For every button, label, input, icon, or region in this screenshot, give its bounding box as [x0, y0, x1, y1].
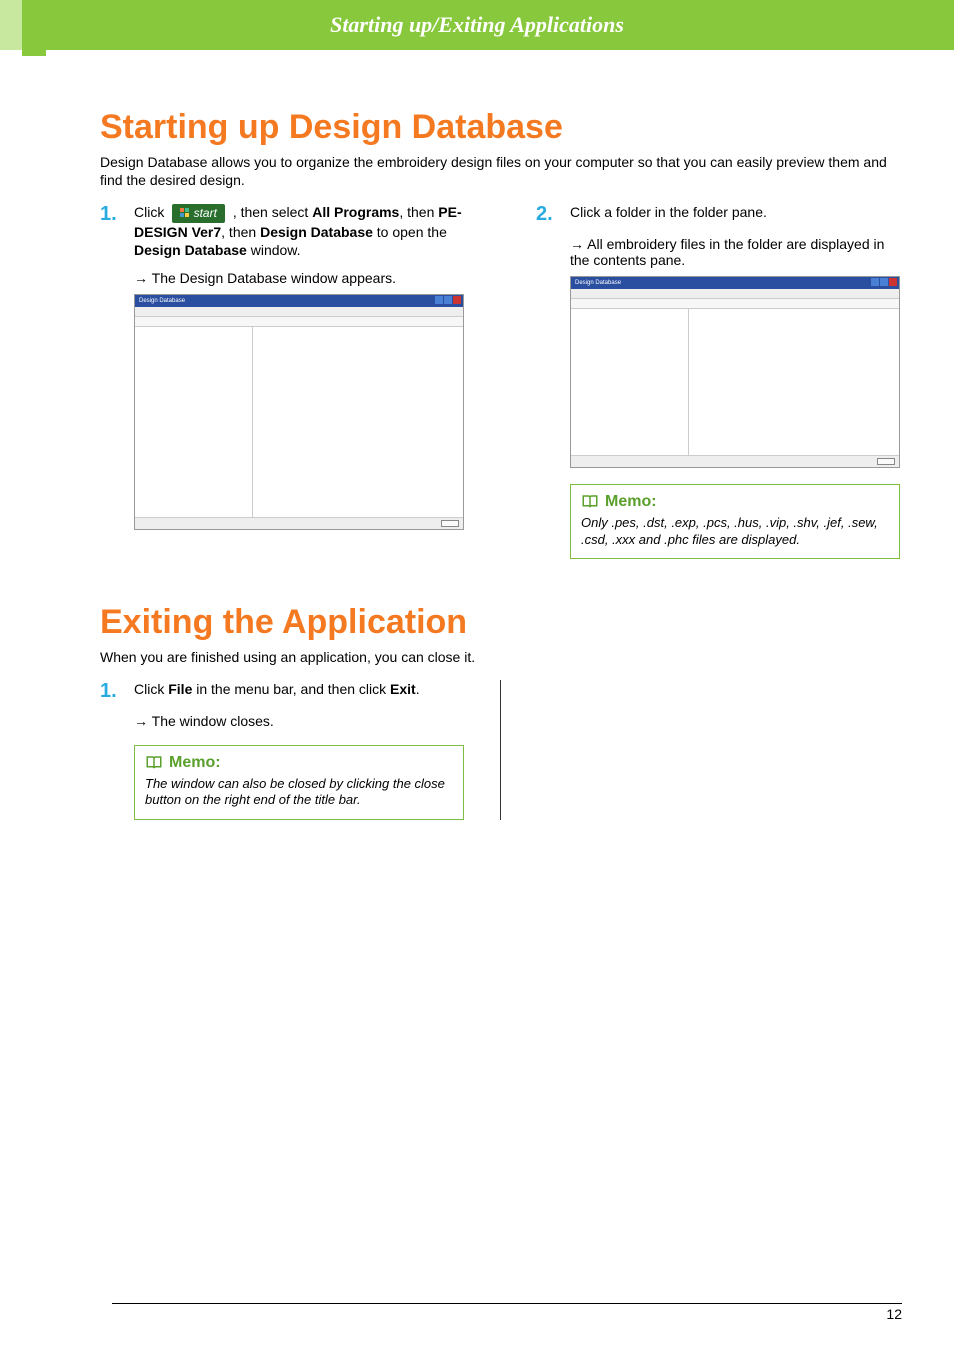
- column-divider: [500, 680, 501, 820]
- section2-columns: 1. Click File in the menu bar, and then …: [100, 680, 899, 820]
- screenshot2-folder-tree: [571, 309, 689, 455]
- statusbar-button-icon: [441, 520, 459, 527]
- book-icon: [145, 754, 163, 772]
- memo-label: Memo:: [605, 493, 657, 511]
- step1-post3: , then: [221, 224, 260, 240]
- chapter-header: Starting up/Exiting Applications: [0, 0, 954, 50]
- step1-b3: Design Database: [260, 224, 373, 240]
- section1-col-right: 2. Click a folder in the folder pane. Al…: [536, 203, 900, 559]
- step1-b1: All Programs: [312, 204, 399, 220]
- screenshot1: Design Database: [134, 294, 464, 530]
- memo-title: Memo:: [581, 493, 889, 511]
- step2-body: Click a folder in the folder pane.: [570, 203, 767, 222]
- s2-step1-pre: Click: [134, 681, 168, 697]
- screenshot2: Design Database: [570, 276, 900, 468]
- screenshot1-toolbar: [135, 317, 463, 327]
- section1-col-left: 1. Click start , then select All Program…: [100, 203, 464, 559]
- section1-columns: 1. Click start , then select All Program…: [100, 203, 899, 559]
- step-number: 2.: [536, 203, 570, 226]
- screenshot1-content: [253, 327, 463, 517]
- memo-label: Memo:: [169, 754, 221, 772]
- screenshot2-statusbar: [571, 455, 899, 467]
- step1-post1: , then select: [233, 204, 312, 220]
- screenshot2-titlebar: Design Database: [571, 277, 899, 289]
- statusbar-button-icon: [877, 458, 895, 465]
- section1-step2: 2. Click a folder in the folder pane.: [536, 203, 900, 226]
- screenshot2-content: [689, 309, 899, 455]
- section2-col-right: [537, 680, 899, 820]
- memo-title: Memo:: [145, 754, 453, 772]
- section2-arrow1: The window closes.: [134, 713, 464, 729]
- s2-step1-b2: Exit: [390, 681, 416, 697]
- screenshot1-body: [135, 327, 463, 517]
- window-controls-icon: [435, 296, 461, 304]
- s2-step1-post: .: [416, 681, 420, 697]
- section1-arrow2: All embroidery files in the folder are d…: [570, 236, 900, 268]
- memo-text: The window can also be closed by clickin…: [145, 776, 453, 809]
- screenshot1-menubar: [135, 307, 463, 317]
- s2-step1-mid: in the menu bar, and then click: [192, 681, 390, 697]
- window-controls-icon: [871, 278, 897, 286]
- screenshot2-menubar: [571, 289, 899, 299]
- step1-b4: Design Database: [134, 242, 247, 258]
- start-button-graphic: start: [172, 204, 225, 222]
- section2-intro: When you are finished using an applicati…: [100, 648, 899, 666]
- screenshot1-statusbar: [135, 517, 463, 529]
- section2-step1-body: Click File in the menu bar, and then cli…: [134, 680, 420, 699]
- book-icon: [581, 493, 599, 511]
- section1-arrow1: The Design Database window appears.: [134, 270, 464, 286]
- page-content: Starting up Design Database Design Datab…: [0, 50, 954, 820]
- screenshot2-body: [571, 309, 899, 455]
- step-number: 1.: [100, 203, 134, 226]
- section1-heading: Starting up Design Database: [100, 108, 899, 147]
- step1-post2: , then: [399, 204, 438, 220]
- chapter-title: Starting up/Exiting Applications: [0, 12, 954, 38]
- section2-step1: 1. Click File in the menu bar, and then …: [100, 680, 464, 703]
- section2: Exiting the Application When you are fin…: [100, 603, 899, 820]
- screenshot1-titlebar: Design Database: [135, 295, 463, 307]
- section1-memo: Memo: Only .pes, .dst, .exp, .pcs, .hus,…: [570, 484, 900, 559]
- step-number: 1.: [100, 680, 134, 703]
- section1-step1: 1. Click start , then select All Program…: [100, 203, 464, 260]
- section2-col-left: 1. Click File in the menu bar, and then …: [100, 680, 464, 820]
- step1-post4: to open the: [373, 224, 447, 240]
- screenshot2-toolbar: [571, 299, 899, 309]
- page-number: 12: [886, 1306, 902, 1322]
- step1-pre: Click: [134, 204, 168, 220]
- section2-memo: Memo: The window can also be closed by c…: [134, 745, 464, 820]
- section1-intro: Design Database allows you to organize t…: [100, 153, 899, 189]
- start-button-label: start: [194, 206, 217, 220]
- step1-post5: window.: [247, 242, 301, 258]
- section2-heading: Exiting the Application: [100, 603, 899, 642]
- step1-body: Click start , then select All Programs, …: [134, 203, 464, 260]
- screenshot1-folder-tree: [135, 327, 253, 517]
- memo-text: Only .pes, .dst, .exp, .pcs, .hus, .vip,…: [581, 515, 889, 548]
- s2-step1-b1: File: [168, 681, 192, 697]
